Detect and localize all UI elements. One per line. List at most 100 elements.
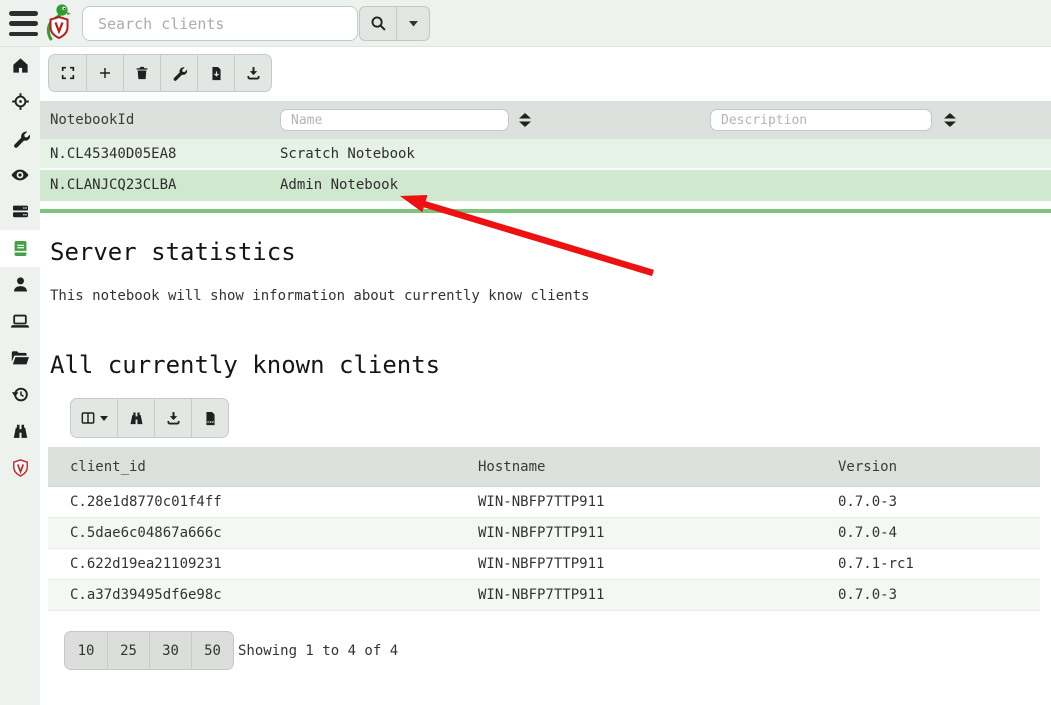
delete-notebook-button[interactable] — [123, 55, 160, 91]
sidebar-item-artifacts[interactable] — [0, 120, 40, 157]
top-bar — [0, 0, 1051, 47]
download-csv-button[interactable]: csv — [191, 399, 228, 437]
user-icon — [11, 275, 30, 294]
client-hostname: WIN-NBFP7TTP911 — [478, 580, 604, 610]
crosshairs-icon — [11, 92, 30, 111]
sidebar-item-hunts[interactable] — [0, 84, 40, 121]
notebook-description-text: This notebook will show information abou… — [50, 288, 589, 304]
wrench-icon — [11, 129, 30, 148]
chevron-down-icon — [409, 21, 418, 27]
plus-icon — [97, 65, 113, 81]
export-notebook-button[interactable] — [197, 55, 234, 91]
client-row[interactable]: C.a37d39495df6e98c WIN-NBFP7TTP911 0.7.0… — [48, 580, 1040, 611]
search-input[interactable] — [82, 6, 358, 41]
client-hostname: WIN-NBFP7TTP911 — [478, 487, 604, 517]
trash-icon — [134, 65, 150, 81]
folder-open-icon — [10, 348, 30, 368]
history-icon — [11, 385, 30, 404]
page-size-10[interactable]: 10 — [65, 632, 107, 669]
expand-icon — [60, 65, 76, 81]
sidebar-item-notebooks[interactable] — [0, 230, 40, 267]
laptop-icon — [10, 311, 30, 331]
client-version: 0.7.0-4 — [838, 518, 897, 548]
search-table-button[interactable] — [117, 399, 154, 437]
menu-toggle-button[interactable] — [9, 11, 38, 36]
notebooks-toolbar — [48, 54, 272, 92]
notebook-id: N.CL45340D05EA8 — [50, 139, 176, 170]
edit-notebook-button[interactable] — [160, 55, 197, 91]
notebook-name: Admin Notebook — [280, 170, 398, 201]
client-id: C.622d19ea21109231 — [70, 549, 222, 579]
server-icon — [11, 202, 30, 221]
column-header-notebookid: NotebookId — [50, 101, 134, 139]
page-size-30[interactable]: 30 — [149, 632, 191, 669]
notebook-row-admin-selected[interactable]: N.CLANJCQ23CLBA Admin Notebook — [40, 170, 1051, 201]
sort-description-icon[interactable] — [943, 112, 957, 128]
velociraptor-logo — [44, 2, 74, 44]
binoculars-icon — [11, 422, 30, 441]
columns-icon — [80, 410, 96, 426]
sidebar-item-velociraptor[interactable] — [0, 450, 40, 487]
notebook-name: Scratch Notebook — [280, 139, 415, 170]
client-hostname: WIN-NBFP7TTP911 — [478, 518, 604, 548]
notebooks-table-header: NotebookId — [40, 101, 1051, 139]
page-size-group: 10 25 30 50 — [64, 631, 234, 670]
name-filter-input[interactable] — [280, 109, 509, 131]
description-filter-input[interactable] — [710, 109, 932, 131]
client-version: 0.7.1-rc1 — [838, 549, 914, 579]
save-table-button[interactable] — [154, 399, 191, 437]
chevron-down-icon — [100, 416, 108, 421]
clients-table: client_id Hostname Version C.28e1d8770c0… — [48, 447, 1040, 611]
home-icon — [11, 56, 30, 75]
file-csv-icon: csv — [203, 410, 218, 427]
sort-name-icon[interactable] — [518, 112, 532, 128]
search-button[interactable] — [360, 7, 396, 40]
search-button-group — [359, 6, 430, 41]
clients-table-header: client_id Hostname Version — [48, 447, 1040, 487]
sidebar-item-search-clients[interactable] — [0, 413, 40, 450]
client-id: C.28e1d8770c01f4ff — [70, 487, 222, 517]
column-header-client-id: client_id — [70, 447, 146, 487]
new-notebook-button[interactable] — [86, 55, 123, 91]
client-row[interactable]: C.28e1d8770c01f4ff WIN-NBFP7TTP911 0.7.0… — [48, 487, 1040, 518]
save-notebook-button[interactable] — [234, 55, 271, 91]
column-header-version: Version — [838, 447, 897, 487]
notebook-icon — [11, 239, 30, 258]
pagination: 10 25 30 50 Showing 1 to 4 of 4 — [64, 631, 398, 670]
client-version: 0.7.0-3 — [838, 580, 897, 610]
notebook-id: N.CLANJCQ23CLBA — [50, 170, 176, 201]
notebooks-table: NotebookId N.CL45340D05EA8 Scratch Noteb… — [40, 101, 1051, 201]
shield-icon — [11, 458, 30, 478]
sidebar-item-home[interactable] — [0, 47, 40, 84]
file-download-icon — [209, 65, 224, 82]
client-version: 0.7.0-3 — [838, 487, 897, 517]
notebook-title: Server statistics — [50, 238, 296, 266]
sidebar-item-history[interactable] — [0, 376, 40, 413]
fullscreen-button[interactable] — [49, 55, 86, 91]
sidebar-item-users[interactable] — [0, 267, 40, 304]
client-id: C.5dae6c04867a666c — [70, 518, 222, 548]
page-size-50[interactable]: 50 — [191, 632, 233, 669]
sidebar — [0, 47, 40, 705]
columns-button[interactable] — [71, 399, 117, 437]
client-row[interactable]: C.5dae6c04867a666c WIN-NBFP7TTP911 0.7.0… — [48, 518, 1040, 549]
client-hostname: WIN-NBFP7TTP911 — [478, 549, 604, 579]
sidebar-item-server-artifacts[interactable] — [0, 193, 40, 230]
svg-text:csv: csv — [207, 420, 215, 424]
binoculars-icon — [128, 410, 145, 427]
notebook-separator — [40, 209, 1051, 213]
save-download-icon — [245, 65, 262, 82]
client-row[interactable]: C.622d19ea21109231 WIN-NBFP7TTP911 0.7.1… — [48, 549, 1040, 580]
client-id: C.a37d39495df6e98c — [70, 580, 222, 610]
notebook-row-scratch[interactable]: N.CL45340D05EA8 Scratch Notebook — [40, 139, 1051, 170]
save-download-icon — [165, 410, 182, 427]
column-header-hostname: Hostname — [478, 447, 545, 487]
search-icon — [370, 15, 387, 32]
page-size-25[interactable]: 25 — [107, 632, 149, 669]
search-options-button[interactable] — [396, 7, 429, 40]
sidebar-item-server-events[interactable] — [0, 157, 40, 194]
pagination-status: Showing 1 to 4 of 4 — [238, 643, 398, 659]
wrench-icon — [171, 65, 187, 81]
sidebar-item-clients[interactable] — [0, 303, 40, 340]
sidebar-item-files[interactable] — [0, 340, 40, 377]
